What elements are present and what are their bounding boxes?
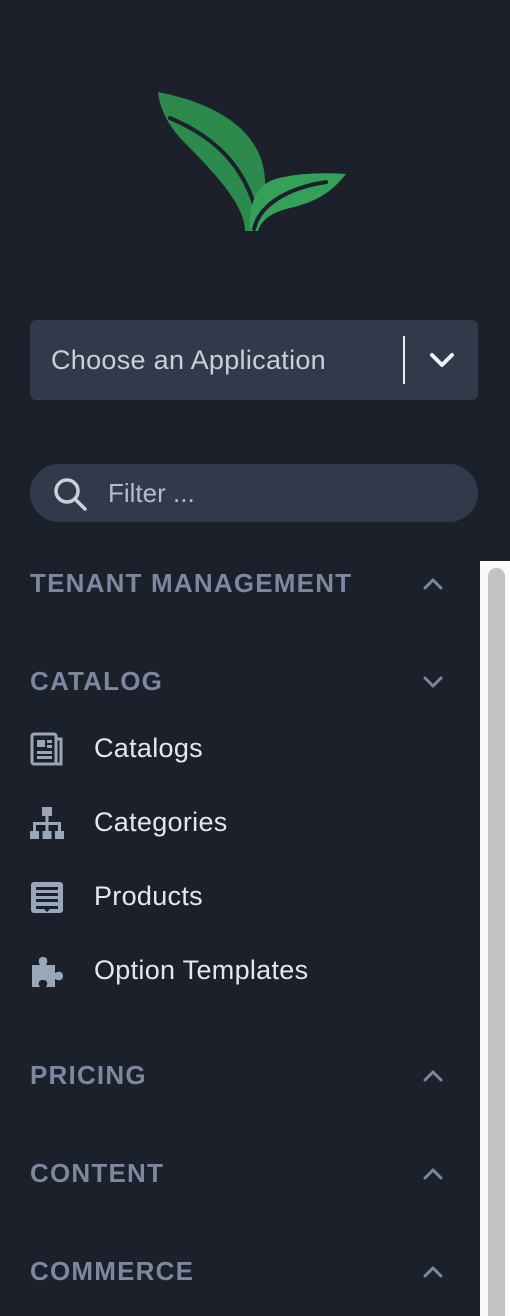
- chevron-up-icon: [423, 1266, 443, 1278]
- search-icon: [54, 478, 87, 511]
- sidebar: Choose an Application TENANT MANAGEMENT …: [0, 0, 510, 1316]
- nav-item-label: Categories: [94, 807, 228, 837]
- section-title: TENANT MANAGEMENT: [30, 568, 353, 598]
- chevron-up-icon: [423, 1168, 443, 1180]
- filter-box: [30, 464, 478, 522]
- section-tenant-management[interactable]: TENANT MANAGEMENT: [30, 564, 444, 604]
- application-select[interactable]: Choose an Application: [30, 320, 478, 400]
- section-pricing[interactable]: PRICING: [30, 1056, 444, 1096]
- section-title: CONTENT: [30, 1158, 165, 1188]
- chevron-up-icon: [423, 1070, 443, 1082]
- section-commerce[interactable]: COMMERCE: [30, 1252, 444, 1292]
- puzzle-icon: [32, 957, 63, 987]
- section-title: CATALOG: [30, 666, 164, 696]
- nav-item-label: Catalogs: [94, 733, 203, 763]
- filter-input[interactable]: [108, 464, 458, 522]
- application-select-label: Choose an Application: [51, 344, 326, 375]
- product-icon: [31, 882, 63, 913]
- chevron-down-icon: [423, 676, 443, 688]
- section-title: COMMERCE: [30, 1256, 195, 1286]
- nav-item-products[interactable]: Products: [30, 872, 470, 922]
- nav-item-label: Option Templates: [94, 955, 309, 985]
- nav-item-categories[interactable]: Categories: [30, 798, 470, 848]
- section-catalog[interactable]: CATALOG: [30, 662, 444, 702]
- chevron-up-icon: [423, 578, 443, 590]
- nav-item-label: Products: [94, 881, 203, 911]
- catalog-icon: [30, 732, 63, 766]
- nav-item-option-templates[interactable]: Option Templates: [30, 946, 470, 996]
- chevron-down-icon[interactable]: [428, 348, 456, 372]
- sitemap-icon: [30, 807, 64, 839]
- leaf-logo: [158, 92, 346, 231]
- nav-item-catalogs[interactable]: Catalogs: [30, 724, 470, 774]
- section-title: PRICING: [30, 1060, 147, 1090]
- select-divider: [403, 336, 405, 384]
- scrollbar-thumb[interactable]: [488, 568, 505, 1316]
- section-content[interactable]: CONTENT: [30, 1154, 444, 1194]
- scrollbar[interactable]: [480, 561, 510, 1316]
